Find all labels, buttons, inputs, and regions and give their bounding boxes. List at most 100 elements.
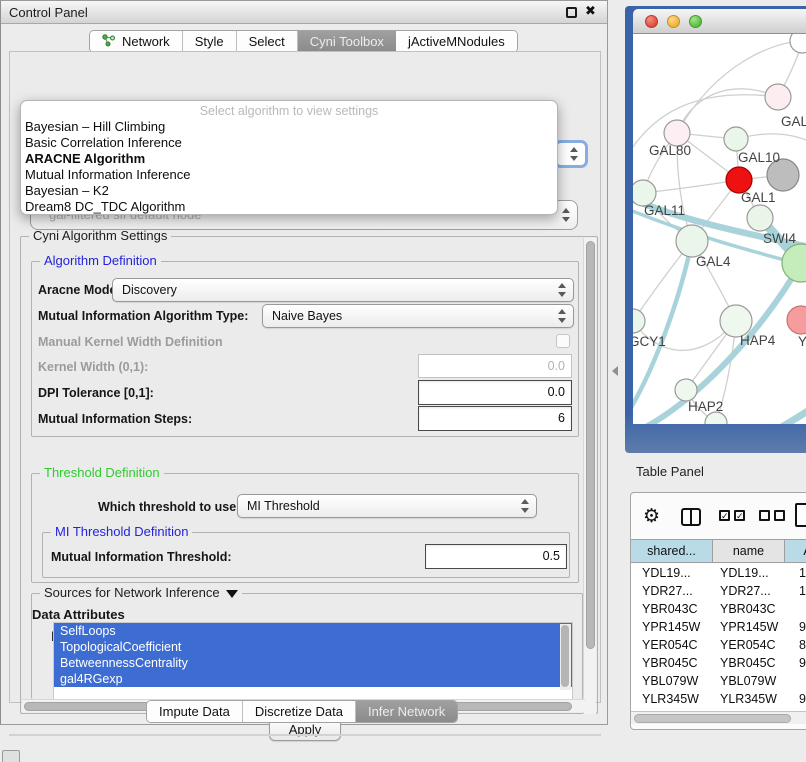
algorithm-option[interactable]: Mutual Information Inference (21, 167, 557, 183)
table-row[interactable]: YPR145WYPR145W9. (631, 618, 806, 636)
deselect-all-checkbox-icon[interactable] (774, 510, 785, 521)
table-row[interactable]: YBR045CYBR045C9. (631, 654, 806, 672)
tab-infer-network[interactable]: Infer Network (356, 701, 457, 722)
column-header-shared-name[interactable]: shared... (631, 540, 713, 562)
table-cell[interactable] (785, 600, 806, 618)
splitter-collapse-icon[interactable] (612, 366, 618, 376)
mi-threshold-input[interactable]: 0.5 (425, 544, 567, 569)
table-cell[interactable]: 9. (785, 654, 806, 672)
network-node-gal4[interactable] (676, 225, 708, 257)
column-header-partial[interactable]: A (785, 540, 806, 562)
table-cell[interactable]: 9. (785, 618, 806, 636)
table-cell[interactable]: YBR043C (713, 600, 785, 618)
network-node-gcy1[interactable] (633, 309, 645, 333)
tab-impute-data[interactable]: Impute Data (147, 701, 243, 722)
mi-threshold-definition-group: MI Threshold Definition Mutual Informati… (42, 532, 570, 578)
settings-vertical-scrollbar[interactable] (583, 238, 596, 714)
table-panel-title: Table Panel (636, 464, 704, 479)
data-attributes-list[interactable]: SelfLoops TopologicalCoefficient Between… (53, 622, 573, 700)
network-edge[interactable] (643, 180, 739, 193)
close-traffic-light-icon[interactable] (645, 15, 658, 28)
table-cell[interactable]: 8. (785, 636, 806, 654)
tab-network[interactable]: Network (90, 31, 183, 52)
float-window-icon[interactable] (566, 7, 577, 18)
algorithm-option[interactable]: Basic Correlation Inference (21, 135, 557, 151)
table-cell[interactable]: YPR145W (631, 618, 713, 636)
table-cell[interactable]: YLR345W (713, 690, 785, 708)
screen: Control Panel ✖ Network Style Select Cyn… (0, 0, 806, 762)
table-cell[interactable]: YLR345W (631, 690, 713, 708)
network-node-y[interactable] (787, 306, 806, 334)
table-row[interactable]: YLR345WYLR345W9. (631, 690, 806, 708)
algorithm-option[interactable]: Dream8 DC_TDC Algorithm (21, 199, 557, 215)
sources-title[interactable]: Sources for Network Inference (40, 585, 242, 600)
tab-style[interactable]: Style (183, 31, 237, 52)
tab-select[interactable]: Select (237, 31, 298, 52)
network-view-titlebar[interactable] (633, 9, 806, 34)
network-canvas[interactable]: GALGAL80GAL10GAL1GAL11SWI4GAL4GCY1HAP4YH… (633, 34, 806, 424)
gear-icon[interactable]: ⚙ (643, 505, 660, 528)
table-horizontal-scrollbar[interactable] (631, 711, 806, 724)
table-cell[interactable]: YBR045C (713, 654, 785, 672)
split-columns-icon[interactable] (681, 508, 701, 526)
cyni-algorithm-settings-group: Cyni Algorithm Settings Algorithm Defini… (20, 236, 598, 714)
algorithm-option-selected[interactable]: ARACNE Algorithm (21, 151, 557, 167)
tab-discretize-data[interactable]: Discretize Data (243, 701, 356, 722)
table-cell[interactable]: 9. (785, 690, 806, 708)
mi-algorithm-type-combo[interactable]: Naive Bayes (262, 304, 574, 328)
algorithm-option[interactable]: Bayesian – Hill Climbing (21, 119, 557, 135)
network-view-window: GALGAL80GAL10GAL1GAL11SWI4GAL4GCY1HAP4YH… (625, 6, 806, 453)
table-cell[interactable]: YER054C (631, 636, 713, 654)
minimize-traffic-light-icon[interactable] (667, 15, 680, 28)
table-row[interactable]: YBR043CYBR043C (631, 600, 806, 618)
attribute-item-selected[interactable]: TopologicalCoefficient (54, 639, 572, 655)
zoom-traffic-light-icon[interactable] (689, 15, 702, 28)
table-cell[interactable]: 12 (785, 582, 806, 600)
tab-jactivemnodules[interactable]: jActiveMNodules (396, 31, 517, 52)
table-cell[interactable]: YBR045C (631, 654, 713, 672)
network-node-hap2[interactable] (675, 379, 697, 401)
network-edge-thick[interactable] (739, 408, 806, 424)
attributes-scrollbar[interactable] (560, 624, 571, 690)
table-cell[interactable]: YBL079W (713, 672, 785, 690)
algorithm-dropdown-popup: Select algorithm to view settings Bayesi… (20, 100, 558, 215)
select-all-checkbox-icon[interactable]: ✓ (734, 510, 745, 521)
minimized-panel-icon[interactable] (2, 750, 20, 762)
which-threshold-combo[interactable]: MI Threshold (237, 494, 537, 518)
algorithm-option[interactable]: Bayesian – K2 (21, 183, 557, 199)
table-row[interactable]: YDL19...YDL19...13 (631, 564, 806, 582)
table-cell[interactable]: YER054C (713, 636, 785, 654)
table-cell[interactable]: YPR145W (713, 618, 785, 636)
table-cell[interactable]: YDL19... (713, 564, 785, 582)
network-node[interactable] (790, 34, 806, 53)
table-row[interactable]: YDR27...YDR27...12 (631, 582, 806, 600)
table-cell[interactable]: YBR043C (631, 600, 713, 618)
table-cell[interactable]: 13 (785, 564, 806, 582)
table-cell[interactable]: YDR27... (631, 582, 713, 600)
close-icon[interactable]: ✖ (585, 3, 596, 19)
network-node-swi4[interactable] (747, 205, 773, 231)
inference-algorithm-combo-fragment[interactable] (554, 140, 588, 168)
table-cell[interactable] (785, 672, 806, 690)
aracne-mode-combo[interactable]: Discovery (112, 278, 574, 302)
network-node-gal10[interactable] (724, 127, 748, 151)
manual-kernel-width-checkbox[interactable] (556, 334, 570, 348)
table-row[interactable]: YBL079WYBL079W (631, 672, 806, 690)
dpi-tolerance-input[interactable]: 0.0 (418, 380, 572, 405)
network-node-gal[interactable] (765, 84, 791, 110)
attribute-item-selected[interactable]: BetweennessCentrality (54, 655, 572, 671)
table-row[interactable]: YER054CYER054C8. (631, 636, 806, 654)
tab-cyni-toolbox[interactable]: Cyni Toolbox (298, 31, 396, 52)
export-table-icon[interactable] (795, 503, 806, 527)
attribute-item-selected[interactable]: gal4RGexp (54, 671, 572, 687)
table-cell[interactable]: YBL079W (631, 672, 713, 690)
attribute-item-selected[interactable]: SelfLoops (54, 623, 572, 639)
column-header-name[interactable]: name (713, 540, 785, 562)
table-cell[interactable]: YDR27... (713, 582, 785, 600)
kernel-width-input[interactable]: 0.0 (418, 354, 572, 378)
deselect-all-checkbox-icon[interactable] (759, 510, 770, 521)
mi-steps-input[interactable]: 6 (418, 406, 572, 431)
table-body[interactable]: YDL19...YDL19...13YDR27...YDR27...12YBR0… (631, 564, 806, 711)
select-all-checkbox-icon[interactable]: ✓ (719, 510, 730, 521)
table-cell[interactable]: YDL19... (631, 564, 713, 582)
